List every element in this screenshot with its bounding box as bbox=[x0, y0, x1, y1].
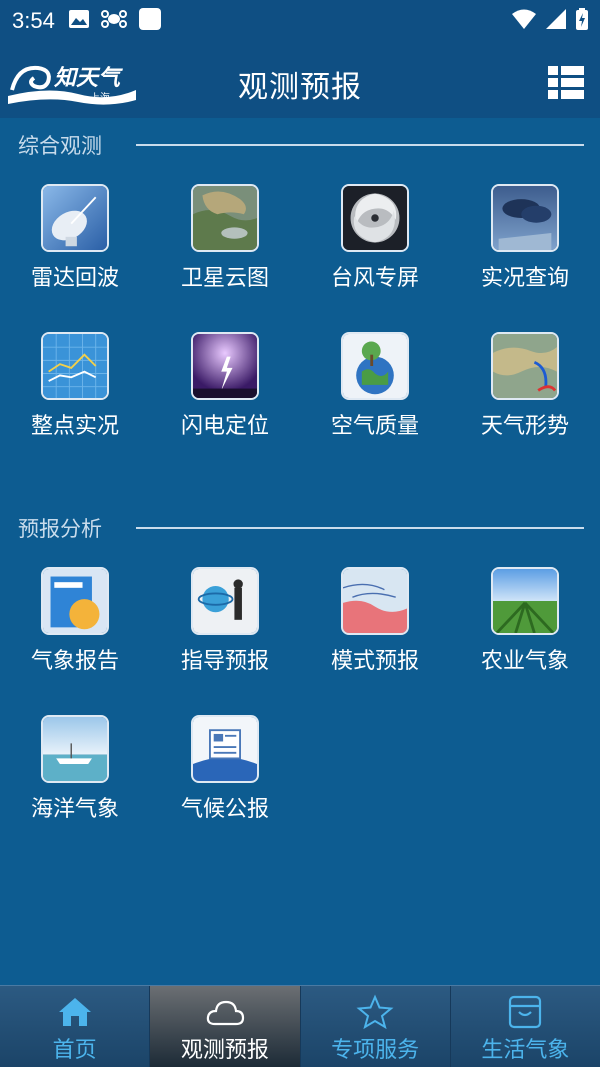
grid-item-weather-report[interactable]: 气象报告 bbox=[0, 567, 150, 687]
bulletin-icon bbox=[191, 715, 259, 783]
section-divider bbox=[136, 527, 584, 529]
grid-item-lightning[interactable]: 闪电定位 bbox=[150, 332, 300, 452]
grid-item-climate-bulletin[interactable]: 气候公报 bbox=[150, 715, 300, 835]
report-icon bbox=[41, 567, 109, 635]
grid-item-live-query[interactable]: 实况查询 bbox=[450, 184, 600, 304]
status-time: 3:54 bbox=[12, 8, 55, 33]
grid-item-radar[interactable]: 雷达回波 bbox=[0, 184, 150, 304]
grid-item-air-quality[interactable]: 空气质量 bbox=[300, 332, 450, 452]
live-weather-icon bbox=[491, 184, 559, 252]
section-header-observation: 综合观测 bbox=[18, 130, 584, 160]
tab-observation-forecast[interactable]: 观测预报 bbox=[150, 986, 301, 1067]
typhoon-icon bbox=[341, 184, 409, 252]
chart-icon bbox=[41, 332, 109, 400]
signal-icon bbox=[546, 9, 566, 33]
section-divider bbox=[136, 144, 584, 146]
item-label: 气象报告 bbox=[30, 649, 119, 674]
grid-item-weather-pattern[interactable]: 天气形势 bbox=[450, 332, 600, 452]
item-label: 实况查询 bbox=[480, 266, 569, 291]
nav-label: 生活气象 bbox=[481, 1038, 570, 1063]
model-map-icon bbox=[341, 567, 409, 635]
box-icon bbox=[509, 995, 542, 1029]
item-label: 天气形势 bbox=[480, 414, 569, 439]
item-label: 农业气象 bbox=[480, 649, 569, 674]
image-icon bbox=[68, 10, 89, 32]
grid-item-typhoon[interactable]: 台风专屏 bbox=[300, 184, 450, 304]
home-icon bbox=[58, 998, 91, 1026]
weather-map-icon bbox=[491, 332, 559, 400]
item-label: 雷达回波 bbox=[30, 266, 119, 291]
lightning-icon bbox=[191, 332, 259, 400]
item-label: 整点实况 bbox=[30, 414, 119, 439]
item-label: 卫星云图 bbox=[180, 266, 269, 291]
drone-icon bbox=[100, 10, 127, 32]
grid-item-hourly[interactable]: 整点实况 bbox=[0, 332, 150, 452]
item-label: 指导预报 bbox=[180, 649, 269, 674]
status-bar: 3:54 bbox=[0, 0, 600, 42]
bottom-nav: 首页 观测预报 专项服务 生活气象 bbox=[0, 985, 600, 1067]
item-label: 模式预报 bbox=[330, 649, 419, 674]
section-title: 综合观测 bbox=[18, 134, 102, 158]
section-header-forecast: 预报分析 bbox=[18, 513, 584, 543]
grid-item-model-forecast[interactable]: 模式预报 bbox=[300, 567, 450, 687]
nav-label: 专项服务 bbox=[331, 1038, 420, 1063]
item-label: 闪电定位 bbox=[180, 414, 269, 439]
grid-item-agriculture[interactable]: 农业气象 bbox=[450, 567, 600, 687]
ocean-icon bbox=[41, 715, 109, 783]
nav-label: 观测预报 bbox=[180, 1038, 269, 1063]
tab-life-weather[interactable]: 生活气象 bbox=[451, 986, 600, 1067]
square-icon bbox=[138, 8, 161, 34]
satellite-icon bbox=[191, 184, 259, 252]
radar-icon bbox=[41, 184, 109, 252]
battery-icon bbox=[576, 8, 588, 34]
tab-special-service[interactable]: 专项服务 bbox=[301, 986, 451, 1067]
cloud-icon bbox=[206, 1000, 244, 1026]
grid-item-guidance[interactable]: 指导预报 bbox=[150, 567, 300, 687]
item-label: 台风专屏 bbox=[330, 266, 419, 291]
nav-label: 首页 bbox=[52, 1038, 97, 1063]
grid-item-ocean[interactable]: 海洋气象 bbox=[0, 715, 150, 835]
title-bar: 知天气 上海 观测预报 bbox=[0, 42, 600, 118]
air-quality-icon bbox=[341, 332, 409, 400]
grid-list-icon[interactable] bbox=[548, 66, 584, 100]
item-label: 气候公报 bbox=[180, 797, 269, 822]
wifi-icon bbox=[512, 9, 536, 33]
item-label: 空气质量 bbox=[330, 414, 419, 439]
tab-home[interactable]: 首页 bbox=[0, 986, 151, 1067]
page-title: 观测预报 bbox=[238, 70, 362, 105]
section-title: 预报分析 bbox=[18, 517, 102, 541]
grid-item-satellite[interactable]: 卫星云图 bbox=[150, 184, 300, 304]
guidance-icon bbox=[191, 567, 259, 635]
item-label: 海洋气象 bbox=[30, 797, 119, 822]
star-icon bbox=[356, 994, 394, 1030]
agriculture-icon bbox=[491, 567, 559, 635]
